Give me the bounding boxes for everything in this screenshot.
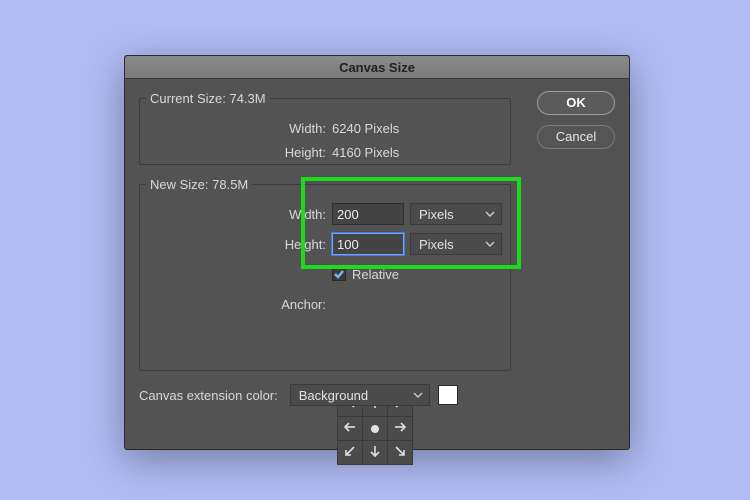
chevron-down-icon	[485, 239, 495, 249]
extension-color-row: Canvas extension color: Background	[139, 384, 458, 406]
anchor-e[interactable]	[388, 417, 413, 441]
new-height-unit-select[interactable]: Pixels	[410, 233, 502, 255]
new-height-label: Height:	[140, 237, 332, 252]
anchor-sw[interactable]	[338, 441, 363, 465]
new-width-input[interactable]	[332, 203, 404, 225]
ok-button[interactable]: OK	[537, 91, 615, 115]
new-size-legend: New Size: 78.5M	[146, 177, 252, 192]
chevron-down-icon	[485, 209, 495, 219]
relative-checkbox[interactable]: Relative	[332, 267, 399, 282]
canvas-size-dialog: Canvas Size OK Cancel Current Size: 74.3…	[124, 55, 630, 450]
arrow-w-icon	[342, 419, 358, 435]
checkbox-box	[332, 267, 346, 281]
new-height-unit-value: Pixels	[419, 237, 454, 252]
extension-color-select[interactable]: Background	[290, 384, 430, 406]
current-size-group: Current Size: 74.3M Width: 6240 Pixels H…	[139, 91, 511, 165]
arrow-sw-icon	[342, 443, 358, 459]
new-height-input[interactable]	[332, 233, 404, 255]
anchor-center[interactable]	[363, 417, 388, 441]
current-height-value: 4160 Pixels	[332, 145, 399, 160]
extension-color-label: Canvas extension color:	[139, 388, 278, 403]
dialog-title: Canvas Size	[125, 56, 629, 79]
extension-color-value: Background	[299, 388, 368, 403]
dot-icon	[371, 425, 379, 433]
chevron-down-icon	[413, 390, 423, 400]
current-width-value: 6240 Pixels	[332, 121, 399, 136]
arrow-s-icon	[367, 443, 383, 459]
new-size-group: New Size: 78.5M Width: Pixels Height: Pi…	[139, 177, 511, 371]
cancel-button[interactable]: Cancel	[537, 125, 615, 149]
new-width-label: Width:	[140, 207, 332, 222]
dialog-content: OK Cancel Current Size: 74.3M Width: 624…	[125, 79, 629, 449]
relative-label: Relative	[352, 267, 399, 282]
arrow-se-icon	[392, 443, 408, 459]
check-icon	[333, 268, 345, 280]
dialog-buttons: OK Cancel	[537, 91, 615, 159]
anchor-w[interactable]	[338, 417, 363, 441]
anchor-s[interactable]	[363, 441, 388, 465]
anchor-se[interactable]	[388, 441, 413, 465]
anchor-label: Anchor:	[140, 297, 332, 312]
current-height-label: Height:	[140, 145, 332, 160]
new-width-unit-value: Pixels	[419, 207, 454, 222]
current-size-legend: Current Size: 74.3M	[146, 91, 270, 106]
arrow-e-icon	[392, 419, 408, 435]
current-width-label: Width:	[140, 121, 332, 136]
new-width-unit-select[interactable]: Pixels	[410, 203, 502, 225]
extension-color-swatch[interactable]	[438, 385, 458, 405]
